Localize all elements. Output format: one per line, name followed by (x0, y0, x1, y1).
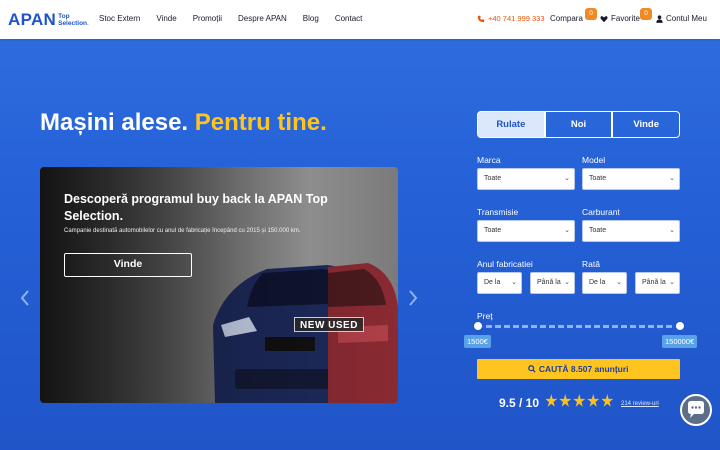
nav-blog[interactable]: Blog (303, 14, 319, 23)
transmisie-select[interactable]: Toate ⌄ (477, 220, 575, 242)
account-label: Contul Meu (666, 14, 707, 23)
nav-stoc-extern[interactable]: Stoc Extern (99, 14, 140, 23)
marca-select[interactable]: Toate ⌄ (477, 168, 575, 190)
rating-score: 9.5 / 10 (499, 396, 540, 410)
rata-to-select[interactable]: Până la ⌄ (635, 272, 680, 294)
compare-label: Compara (550, 14, 583, 23)
logo-sub-line2: Selection (58, 20, 88, 27)
nav-despre-apan[interactable]: Despre APAN (238, 14, 287, 23)
chevron-down-icon: ⌄ (669, 175, 675, 182)
logo-sub-line1: Top (58, 13, 70, 20)
account-link[interactable]: Contul Meu (656, 14, 707, 23)
an-from-select[interactable]: De la ⌄ (477, 272, 522, 294)
reviews-link[interactable]: 214 review-uri (621, 401, 659, 407)
transmisie-label: Transmisie (477, 207, 519, 217)
search-tabs: Rulate Noi Vinde (477, 111, 681, 138)
phone-number: +40 741 999 333 (488, 14, 545, 23)
hero-title-part2: Pentru tine. (194, 109, 327, 136)
price-slider-track[interactable] (477, 325, 680, 328)
heart-icon (600, 15, 608, 22)
marca-label: Marca (477, 155, 501, 165)
carburant-label: Carburant (582, 207, 620, 217)
chevron-down-icon: ⌄ (669, 227, 675, 234)
slide-heading: Descoperă programul buy back la APAN Top… (64, 192, 328, 223)
logo-main: APAN (8, 10, 57, 29)
rata-from-value: De la (589, 279, 606, 286)
pret-label: Preț (477, 311, 493, 321)
slide-sell-button[interactable]: Vinde (64, 253, 192, 277)
price-max-tag: 150000€ (662, 335, 698, 348)
hero-title: Mașini alese. Pentru tine. (40, 109, 327, 137)
chat-widget-button[interactable] (680, 394, 712, 426)
an-to-value: Până la (537, 279, 561, 286)
rata-label: Rată (582, 259, 600, 269)
logo-sub: Top Selection. (58, 13, 89, 27)
nav-promotii[interactable]: Promoții (193, 14, 222, 23)
carburant-select[interactable]: Toate ⌄ (582, 220, 680, 242)
chat-icon (688, 401, 704, 418)
slider-prev-icon[interactable] (18, 288, 32, 308)
favorites-label: Favorite (611, 14, 640, 23)
main-nav: Stoc Extern Vinde Promoții Despre APAN B… (99, 14, 378, 23)
chevron-down-icon: ⌄ (564, 227, 570, 234)
model-label: Model (582, 155, 606, 165)
slide-text: Campanie destinată automobilelor cu anul… (64, 228, 301, 234)
an-fabricatie-label: Anul fabricatiei (477, 259, 533, 269)
nav-contact[interactable]: Contact (335, 14, 363, 23)
search-button-label: CAUTĂ 8.507 anunțuri (538, 364, 629, 374)
chevron-down-icon: ⌄ (564, 175, 570, 182)
phone-icon (477, 15, 485, 22)
compare-link[interactable]: Compara (550, 14, 583, 23)
promo-slide[interactable]: Descoperă programul buy back la APAN Top… (40, 167, 398, 403)
tab-rulate[interactable]: Rulate (477, 111, 545, 138)
compare-count-badge: 0 (585, 8, 597, 20)
tab-vinde[interactable]: Vinde (612, 111, 681, 138)
chevron-down-icon: ⌄ (616, 279, 622, 286)
star-icon (587, 394, 600, 407)
price-min-tag: 1500€ (464, 335, 491, 348)
model-select[interactable]: Toate ⌄ (582, 168, 680, 190)
chevron-down-icon: ⌄ (564, 279, 570, 286)
search-icon (528, 365, 537, 373)
tab-noi[interactable]: Noi (544, 111, 613, 138)
phone-link[interactable]: +40 741 999 333 (477, 14, 545, 23)
nav-vinde[interactable]: Vinde (156, 14, 176, 23)
chevron-down-icon: ⌄ (669, 279, 675, 286)
star-icon (601, 394, 614, 407)
price-slider-min-handle[interactable] (473, 321, 483, 331)
rating-stars (545, 394, 614, 408)
new-used-label: NEW USED (294, 317, 364, 332)
an-to-select[interactable]: Până la ⌄ (530, 272, 575, 294)
logo[interactable]: APAN Top Selection. (8, 11, 89, 28)
search-button[interactable]: CAUTĂ 8.507 anunțuri (477, 359, 680, 379)
model-value: Toate (589, 175, 607, 182)
favorites-link[interactable]: Favorite (600, 14, 640, 23)
site-header: APAN Top Selection. Stoc Extern Vinde Pr… (0, 0, 720, 39)
transmisie-value: Toate (484, 227, 502, 234)
star-icon (545, 394, 558, 407)
marca-value: Toate (484, 175, 502, 182)
slider-next-icon[interactable] (406, 288, 420, 308)
favorites-count-badge: 0 (640, 8, 652, 20)
star-icon (559, 394, 572, 407)
star-icon (573, 394, 586, 407)
an-from-value: De la (484, 279, 501, 286)
chevron-down-icon: ⌄ (511, 279, 517, 286)
rata-from-select[interactable]: De la ⌄ (582, 272, 627, 294)
price-slider-max-handle[interactable] (675, 321, 685, 331)
user-icon (656, 14, 663, 23)
hero-title-part1: Mașini alese. (40, 109, 189, 136)
rata-to-value: Până la (642, 279, 666, 286)
carburant-value: Toate (589, 227, 607, 234)
